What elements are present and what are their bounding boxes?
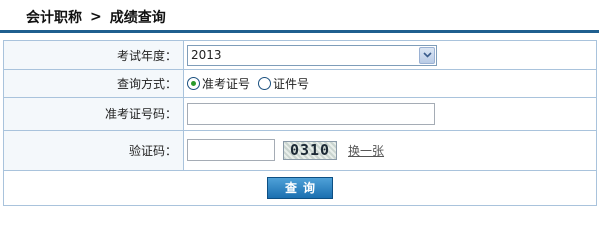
ticket-number-input[interactable]: [187, 102, 435, 125]
radio-ticket-number-label: 准考证号: [202, 77, 251, 92]
captcha-label: 验证码：: [3, 129, 184, 171]
radio-id-number-label: 证件号: [273, 77, 310, 92]
ticket-row: 准考证号码：: [3, 97, 597, 131]
breadcrumb: 会计职称 > 成绩查询: [26, 7, 166, 27]
query-form: 考试年度： 2013 查询方式： 准考证号 证件号 准考证号码： 验证码： 03…: [3, 39, 597, 207]
captcha-image: 0310: [283, 140, 337, 160]
radio-checked-icon[interactable]: [187, 77, 200, 91]
submit-row: 查询: [3, 169, 597, 207]
breadcrumb-separator-icon: >: [90, 9, 102, 25]
captcha-image-text: 0310: [289, 141, 331, 160]
captcha-input[interactable]: [187, 139, 275, 162]
year-select[interactable]: 2013: [187, 44, 437, 66]
method-label: 查询方式：: [3, 69, 184, 99]
year-row: 考试年度： 2013: [3, 39, 597, 71]
radio-id-number[interactable]: 证件号: [258, 75, 309, 92]
radio-unchecked-icon[interactable]: [258, 77, 272, 91]
refresh-captcha-link[interactable]: 换一张: [348, 142, 384, 159]
breadcrumb-section[interactable]: 会计职称: [26, 7, 82, 27]
year-select-value: 2013: [191, 48, 222, 63]
query-button[interactable]: 查询: [267, 176, 333, 199]
year-label: 考试年度：: [3, 39, 184, 71]
ticket-label: 准考证号码：: [3, 97, 184, 131]
breadcrumb-current: 成绩查询: [109, 10, 166, 26]
header-bar: 会计职称 > 成绩查询: [0, 0, 599, 33]
method-row: 查询方式： 准考证号 证件号: [3, 69, 597, 99]
radio-ticket-number[interactable]: 准考证号: [187, 75, 250, 92]
captcha-row: 验证码： 0310 换一张: [3, 129, 597, 171]
chevron-down-icon[interactable]: [419, 46, 435, 64]
method-radio-group: 准考证号 证件号: [187, 75, 596, 92]
